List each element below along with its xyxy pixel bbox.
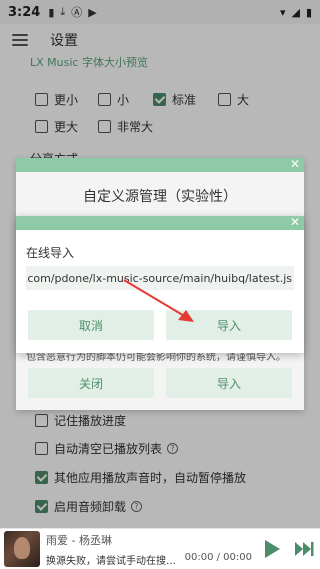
cancel-button[interactable]: 取消 bbox=[28, 310, 154, 340]
close-button[interactable]: 关闭 bbox=[28, 368, 154, 398]
next-icon bbox=[295, 542, 314, 556]
player-bar[interactable]: 雨爱 - 杨丞琳 换源失败，请尝试手动在搜… 00:00 / 00:00 bbox=[0, 528, 320, 569]
dialog-title: 自定义源管理（实验性） bbox=[83, 189, 237, 205]
player-time: 00:00 / 00:00 bbox=[184, 551, 252, 563]
close-icon[interactable]: ✕ bbox=[290, 215, 300, 229]
play-button[interactable] bbox=[260, 537, 284, 561]
close-icon[interactable]: ✕ bbox=[290, 157, 300, 171]
dialog-header-bar: ✕ bbox=[16, 215, 304, 230]
online-import-label: 在线导入 bbox=[26, 246, 75, 260]
play-icon bbox=[265, 540, 280, 558]
url-input[interactable]: ntent.com/pdone/lx-music-source/main/hui… bbox=[26, 266, 294, 290]
dialog-header-bar: ✕ bbox=[16, 157, 304, 172]
import-button[interactable]: 导入 bbox=[166, 368, 292, 398]
album-cover[interactable] bbox=[4, 531, 40, 567]
track-title: 雨爱 - 杨丞琳 bbox=[46, 533, 112, 547]
player-status-message: 换源失败，请尝试手动在搜… bbox=[46, 555, 176, 567]
confirm-import-button[interactable]: 导入 bbox=[166, 310, 292, 340]
online-import-dialog: ✕ 在线导入 ntent.com/pdone/lx-music-source/m… bbox=[16, 215, 304, 353]
next-button[interactable] bbox=[292, 537, 316, 561]
